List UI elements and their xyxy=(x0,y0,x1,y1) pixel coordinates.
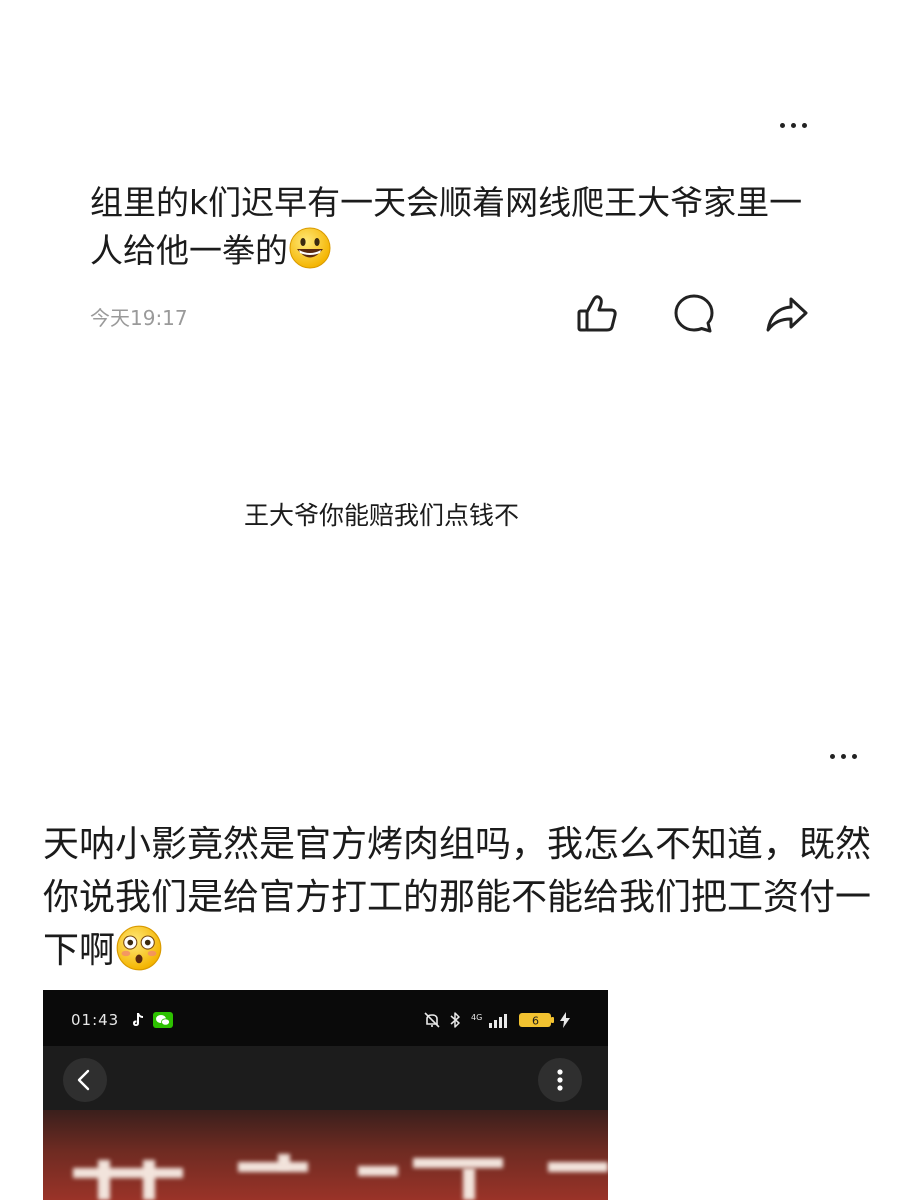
smiling-face-emoji-icon xyxy=(289,227,331,269)
network-label: 4G xyxy=(471,1013,482,1022)
dot xyxy=(791,123,796,128)
battery-icon: 6 xyxy=(519,1013,554,1028)
share-icon[interactable] xyxy=(763,290,811,338)
back-icon xyxy=(77,1069,90,1091)
comment-icon[interactable] xyxy=(670,290,718,338)
dot xyxy=(830,754,835,759)
more-vertical-icon xyxy=(557,1069,563,1091)
mute-icon xyxy=(424,1012,440,1028)
dot xyxy=(841,754,846,759)
reply-text: 王大爷你能赔我们点钱不 xyxy=(244,501,520,530)
more-options-button[interactable] xyxy=(538,1058,582,1102)
post2-text: 天呐小影竟然是官方烤肉组吗，我怎么不知道，既然你说我们是给官方打工的那能不能给我… xyxy=(43,824,872,971)
post2-more-button[interactable] xyxy=(830,754,857,759)
post2-content: 天呐小影竟然是官方烤肉组吗，我怎么不知道，既然你说我们是给官方打工的那能不能给我… xyxy=(43,818,873,977)
like-icon[interactable] xyxy=(573,290,621,338)
phone-nav-bar xyxy=(43,1046,608,1110)
screenshot-image-content xyxy=(43,1110,608,1200)
dot xyxy=(852,754,857,759)
wechat-icon xyxy=(153,1012,173,1028)
bluetooth-icon xyxy=(450,1012,460,1028)
post1-text: 组里的k们迟早有一天会顺着网线爬王大爷家里一人给他一拳的 xyxy=(90,183,803,270)
battery-level: 6 xyxy=(532,1015,539,1028)
post1-more-button[interactable] xyxy=(780,123,807,128)
flushed-face-emoji-icon xyxy=(116,925,162,971)
back-button[interactable] xyxy=(63,1058,107,1102)
signal-icon: 4G xyxy=(471,1013,507,1028)
status-time: 01:43 xyxy=(71,1011,120,1029)
charging-icon xyxy=(560,1012,570,1028)
phone-status-bar: 01:43 4G 6 xyxy=(43,990,608,1046)
post1-timestamp: 今天19:17 xyxy=(90,306,188,330)
dot xyxy=(780,123,785,128)
dot xyxy=(802,123,807,128)
embedded-screenshot[interactable]: 01:43 4G 6 xyxy=(43,990,608,1200)
tiktok-icon xyxy=(133,1013,143,1026)
post1-content: 组里的k们迟早有一天会顺着网线爬王大爷家里一人给他一拳的 xyxy=(90,180,830,274)
